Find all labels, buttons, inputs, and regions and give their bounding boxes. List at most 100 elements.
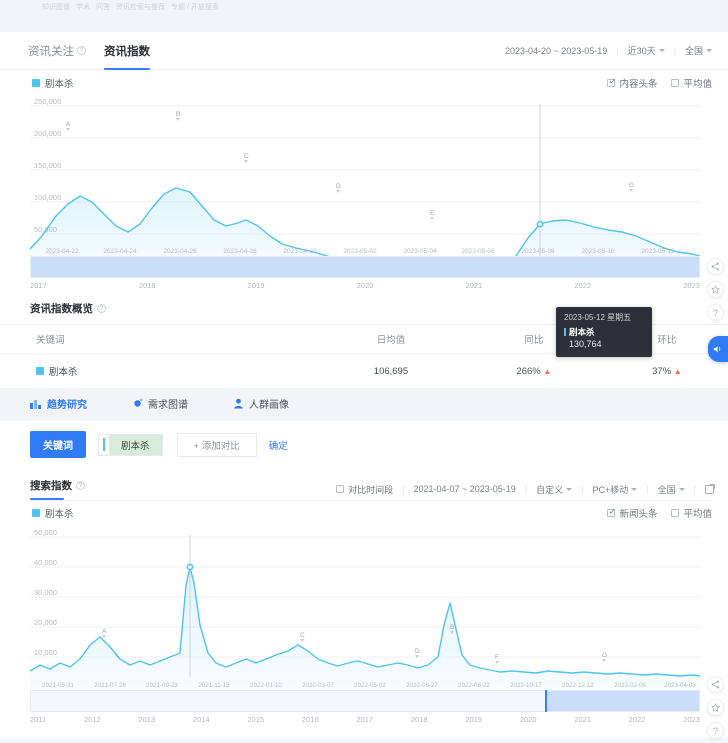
chevron-down-icon: [706, 49, 712, 52]
tl-year-4: 2021: [466, 281, 483, 290]
svg-text:A: A: [102, 628, 107, 635]
star-icon[interactable]: [707, 699, 724, 716]
tab-news-attention[interactable]: 资讯关注 ?: [28, 32, 86, 70]
help-icon[interactable]: ?: [707, 722, 724, 739]
news-timeline-selection[interactable]: [31, 257, 699, 277]
search-option-checkboxes: 新闻头条 平均值: [607, 506, 712, 520]
news-chart[interactable]: 250,000 200,000 150,000 100,000 50,000 A…: [0, 96, 728, 256]
svg-text:40,000: 40,000: [34, 558, 57, 567]
search-timeline-ticks: 2011 2012 2013 2014 2015 2016 2017 2018 …: [30, 712, 700, 724]
add-compare-button[interactable]: + 添加对比: [177, 433, 257, 457]
svg-text:2021-05-31: 2021-05-31: [42, 682, 74, 689]
search-timeline-selection[interactable]: [545, 691, 699, 711]
nav-trend-research[interactable]: 趋势研究: [30, 396, 87, 411]
export-icon[interactable]: [705, 485, 714, 494]
tab-news-index[interactable]: 资讯指数: [104, 32, 150, 70]
search-option-headline[interactable]: 新闻头条: [607, 506, 657, 520]
news-option-headline[interactable]: 内容头条: [607, 76, 657, 90]
svg-text:10,000: 10,000: [34, 648, 57, 657]
help-icon[interactable]: ?: [77, 46, 86, 55]
share-icon[interactable]: [707, 676, 724, 693]
svg-text:C: C: [300, 632, 305, 639]
nav-audience-profile[interactable]: 人群画像: [232, 396, 289, 411]
tooltip-keyword: 剧本杀: [569, 326, 595, 338]
compare-period-checkbox[interactable]: 对比时间段: [336, 483, 393, 496]
tooltip-value: 130,764: [564, 338, 644, 351]
svg-text:2021-09-23: 2021-09-23: [146, 682, 178, 689]
search-region-select[interactable]: 全国: [658, 483, 685, 496]
news-legend-row: 剧本杀 内容头条 平均值: [0, 70, 728, 96]
side-buttons-lower: ?: [707, 676, 724, 739]
divider: |: [402, 484, 404, 494]
divider: |: [581, 484, 583, 494]
search-legend-keyword[interactable]: 剧本杀: [32, 506, 74, 520]
svg-text:F: F: [495, 654, 499, 661]
svg-text:2023-05-08: 2023-05-08: [521, 248, 555, 255]
news-date-range[interactable]: 2023-04-20 ~ 2023-05-19: [505, 46, 607, 56]
svg-text:2023-04-03: 2023-04-03: [664, 682, 696, 689]
nav-demand-graph[interactable]: 需求图谱: [131, 396, 188, 411]
search-option-average-label: 平均值: [683, 506, 712, 520]
search-period-select[interactable]: 自定义: [536, 483, 572, 496]
svg-text:100,000: 100,000: [34, 193, 61, 202]
feedback-tab-button[interactable]: [708, 336, 728, 362]
crumb-3: 资讯检索与推荐: [116, 2, 165, 12]
news-timeline-slider[interactable]: 2017 2018 2019 2020 2021 2022 2023: [0, 256, 728, 290]
stl-year-1: 2012: [84, 715, 101, 724]
keyword-button[interactable]: 关键词: [30, 431, 86, 458]
search-index-card: 关键词 剧本杀 + 添加对比 确定 搜索指数 ? 对比时间段 | 2021-04…: [0, 421, 728, 738]
svg-text:2022-12-12: 2022-12-12: [562, 682, 594, 689]
svg-text:2021-11-15: 2021-11-15: [198, 682, 230, 689]
divider: |: [616, 46, 618, 56]
svg-text:G: G: [602, 652, 607, 659]
stl-year-9: 2020: [520, 715, 537, 724]
keyword-chip[interactable]: 剧本杀: [109, 435, 162, 455]
tl-year-5: 2022: [574, 281, 591, 290]
star-icon[interactable]: [707, 281, 724, 298]
cell-mom: 37% ▲: [606, 354, 728, 389]
tl-year-0: 2017: [30, 281, 47, 290]
svg-text:2021-07-26: 2021-07-26: [94, 682, 126, 689]
svg-text:2023-02-06: 2023-02-06: [614, 682, 646, 689]
search-title-tab[interactable]: 搜索指数 ?: [30, 478, 85, 500]
svg-text:2023-04-22: 2023-04-22: [45, 248, 79, 255]
crumb-0: 知识图谱: [42, 2, 70, 12]
news-region-select[interactable]: 全国: [685, 44, 712, 57]
tooltip-swatch-icon: [564, 328, 566, 336]
tl-year-6: 2023: [683, 281, 700, 290]
search-date-range[interactable]: 2021-04-07 ~ 2023-05-19: [413, 484, 515, 494]
tab-news-index-label: 资讯指数: [104, 43, 150, 59]
svg-text:2023-04-30: 2023-04-30: [283, 248, 317, 255]
svg-text:20,000: 20,000: [34, 618, 57, 627]
search-option-average[interactable]: 平均值: [671, 506, 712, 520]
checkbox-icon: [607, 509, 615, 517]
stl-year-8: 2019: [465, 715, 482, 724]
table-row: 剧本杀 106,695 266% ▲ 37% ▲: [0, 354, 728, 389]
search-timeline-handle-left[interactable]: [545, 690, 547, 712]
divider: |: [646, 484, 648, 494]
news-period-select[interactable]: 近30天: [628, 44, 665, 57]
stl-year-11: 2022: [629, 715, 646, 724]
keyword-chip-wrap: 剧本杀: [98, 434, 163, 456]
crumb-4: 专题 / 开放搜索: [171, 2, 219, 12]
help-icon[interactable]: ?: [97, 304, 106, 313]
checkbox-icon: [671, 79, 679, 87]
news-timeline-track[interactable]: [30, 256, 700, 278]
news-option-average[interactable]: 平均值: [671, 76, 712, 90]
svg-text:200,000: 200,000: [34, 129, 61, 138]
share-icon[interactable]: [707, 258, 724, 275]
help-icon[interactable]: ?: [707, 304, 724, 321]
crumb-1: 学术: [76, 2, 90, 12]
confirm-button[interactable]: 确定: [269, 438, 288, 452]
svg-text:C: C: [244, 153, 249, 160]
graph-node-icon: [131, 398, 143, 410]
search-device-select[interactable]: PC+移动: [593, 483, 638, 496]
search-chart[interactable]: 50,000 40,000 30,000 20,000 10,000 A B C…: [0, 525, 728, 690]
search-timeline-track[interactable]: [30, 690, 700, 712]
mom-value: 37%: [652, 366, 671, 377]
search-device-label: PC+移动: [593, 483, 629, 496]
help-icon[interactable]: ?: [76, 481, 85, 490]
tab-news-attention-label: 资讯关注: [28, 43, 74, 59]
search-timeline-slider[interactable]: 2011 2012 2013 2014 2015 2016 2017 2018 …: [0, 690, 728, 724]
news-legend-keyword[interactable]: 剧本杀: [32, 76, 74, 90]
